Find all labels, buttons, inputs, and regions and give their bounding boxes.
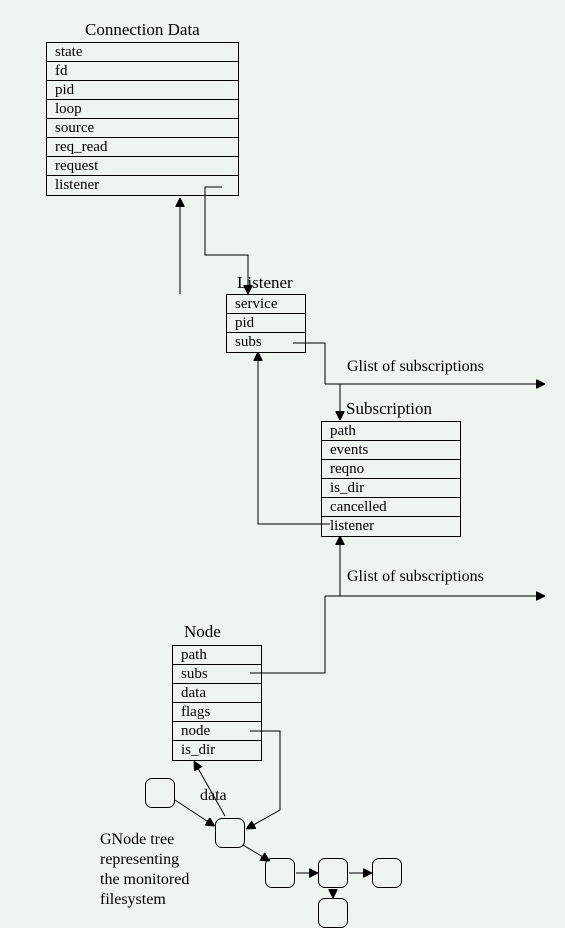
- connector-layer: [0, 0, 565, 924]
